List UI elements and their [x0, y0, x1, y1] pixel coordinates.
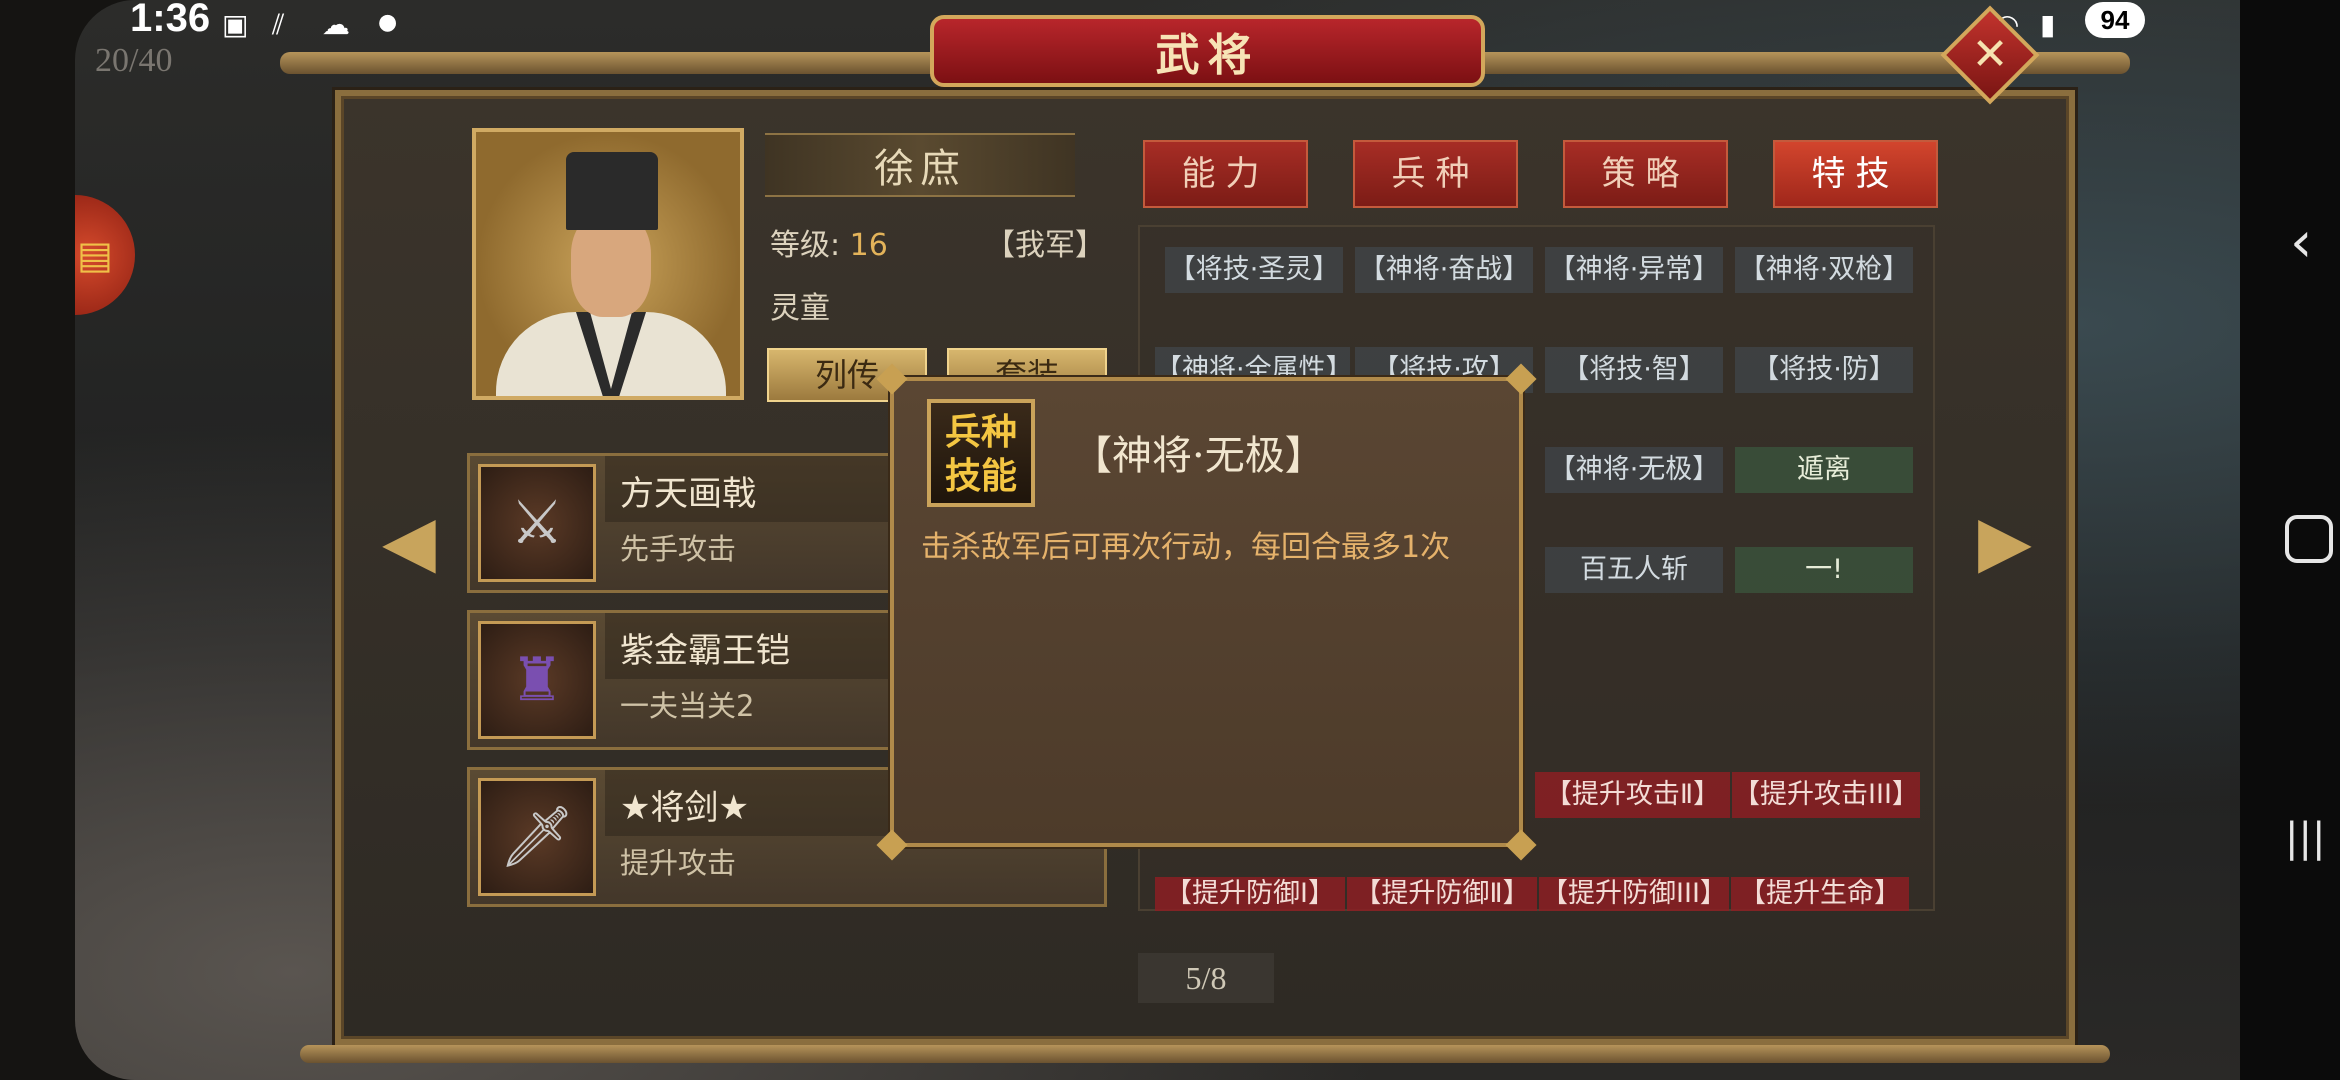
equip-name: 紫金霸王铠 [620, 631, 790, 671]
home-icon[interactable] [2285, 515, 2333, 563]
screenshot-icon: ▣ [222, 8, 249, 41]
skill-item[interactable]: 【将技·防】 [1735, 347, 1913, 393]
skill-item[interactable]: 【提升防御Ⅱ】 [1347, 877, 1537, 911]
skill-item[interactable]: 【神将·无极】 [1545, 447, 1723, 493]
window-title: 武将 [1155, 30, 1260, 81]
status-time: 1:36 [130, 0, 211, 40]
skill-item[interactable]: 百五人斩 [1545, 547, 1723, 593]
skill-item[interactable]: 【将技·圣灵】 [1165, 247, 1343, 293]
next-general-arrow[interactable]: ▶ [1978, 500, 2032, 582]
wechat-icon: ☁ [322, 8, 350, 41]
level-row: 等级: 16 [770, 220, 888, 264]
back-icon[interactable]: ‹ [2290, 210, 2312, 275]
general-name-plate: 徐庶 [765, 133, 1075, 197]
armor-icon: ♜ [478, 621, 596, 739]
stage-counter: 20/40 [95, 42, 173, 79]
signal-bars-icon: ⫽ [272, 8, 285, 41]
halberd-icon: ⚔ [478, 464, 596, 582]
cell-signal-icon: ▮ [2040, 8, 2056, 41]
popup-title: 【神将·无极】 [1072, 433, 1325, 479]
skill-item[interactable]: 【神将·双枪】 [1735, 247, 1913, 293]
skill-item[interactable]: 【提升攻击III】 [1732, 772, 1920, 818]
window-title-banner: 武将 [930, 15, 1485, 87]
tab-troop[interactable]: 兵种 [1353, 140, 1518, 208]
tab-strategy[interactable]: 策略 [1563, 140, 1728, 208]
equip-effect: 先手攻击 [620, 532, 737, 566]
recents-icon[interactable]: ||| [2285, 815, 2325, 861]
equip-name: ★将剑★ [620, 788, 749, 828]
page-indicator: 5/8 [1138, 953, 1274, 1003]
prev-general-arrow[interactable]: ◀ [382, 500, 436, 582]
portrait-hat [566, 152, 658, 230]
skill-item[interactable]: 【提升防御III】 [1539, 877, 1729, 911]
chest-icon: ▤ [77, 233, 113, 277]
faction-label: 【我军】 [985, 228, 1105, 263]
popup-description: 击杀敌军后可再次行动，每回合最多1次 [921, 530, 1451, 565]
battery-indicator: 94 [2085, 2, 2145, 38]
skill-detail-popup: 兵种 技能 【神将·无极】 击杀敌军后可再次行动，每回合最多1次 [876, 363, 1537, 861]
general-portrait [472, 128, 744, 400]
portrait-robe [496, 312, 726, 396]
tab-special-skill[interactable]: 特技 [1773, 140, 1938, 208]
badge-line2: 技能 [944, 456, 1017, 497]
troop-skill-badge: 兵种 技能 [927, 399, 1035, 507]
sword-icon: 🗡 [478, 778, 596, 896]
tab-ability[interactable]: 能力 [1143, 140, 1308, 208]
frame-bottom-border [300, 1045, 2110, 1063]
close-icon: ✕ [1971, 29, 2009, 80]
level-value: 16 [849, 228, 888, 263]
skill-item[interactable]: 【神将·奋战】 [1355, 247, 1533, 293]
dot-icon: ● [378, 10, 398, 35]
general-name: 徐庶 [874, 146, 966, 192]
skill-item[interactable]: 【提升防御Ⅰ】 [1155, 877, 1345, 911]
class-label: 灵童 [770, 291, 830, 326]
skill-item[interactable]: 【将技·智】 [1545, 347, 1723, 393]
skill-item[interactable]: 一! [1735, 547, 1913, 593]
skill-item[interactable]: 【提升攻击Ⅱ】 [1535, 772, 1730, 818]
equip-effect: 提升攻击 [620, 846, 737, 880]
equip-effect: 一夫当关2 [620, 689, 755, 723]
equip-name: 方天画戟 [620, 474, 756, 514]
skill-item[interactable]: 【神将·异常】 [1545, 247, 1723, 293]
badge-line1: 兵种 [944, 412, 1017, 453]
skill-item[interactable]: 【提升生命】 [1731, 877, 1909, 911]
level-label: 等级: [770, 228, 841, 263]
skill-item[interactable]: 遁离 [1735, 447, 1913, 493]
